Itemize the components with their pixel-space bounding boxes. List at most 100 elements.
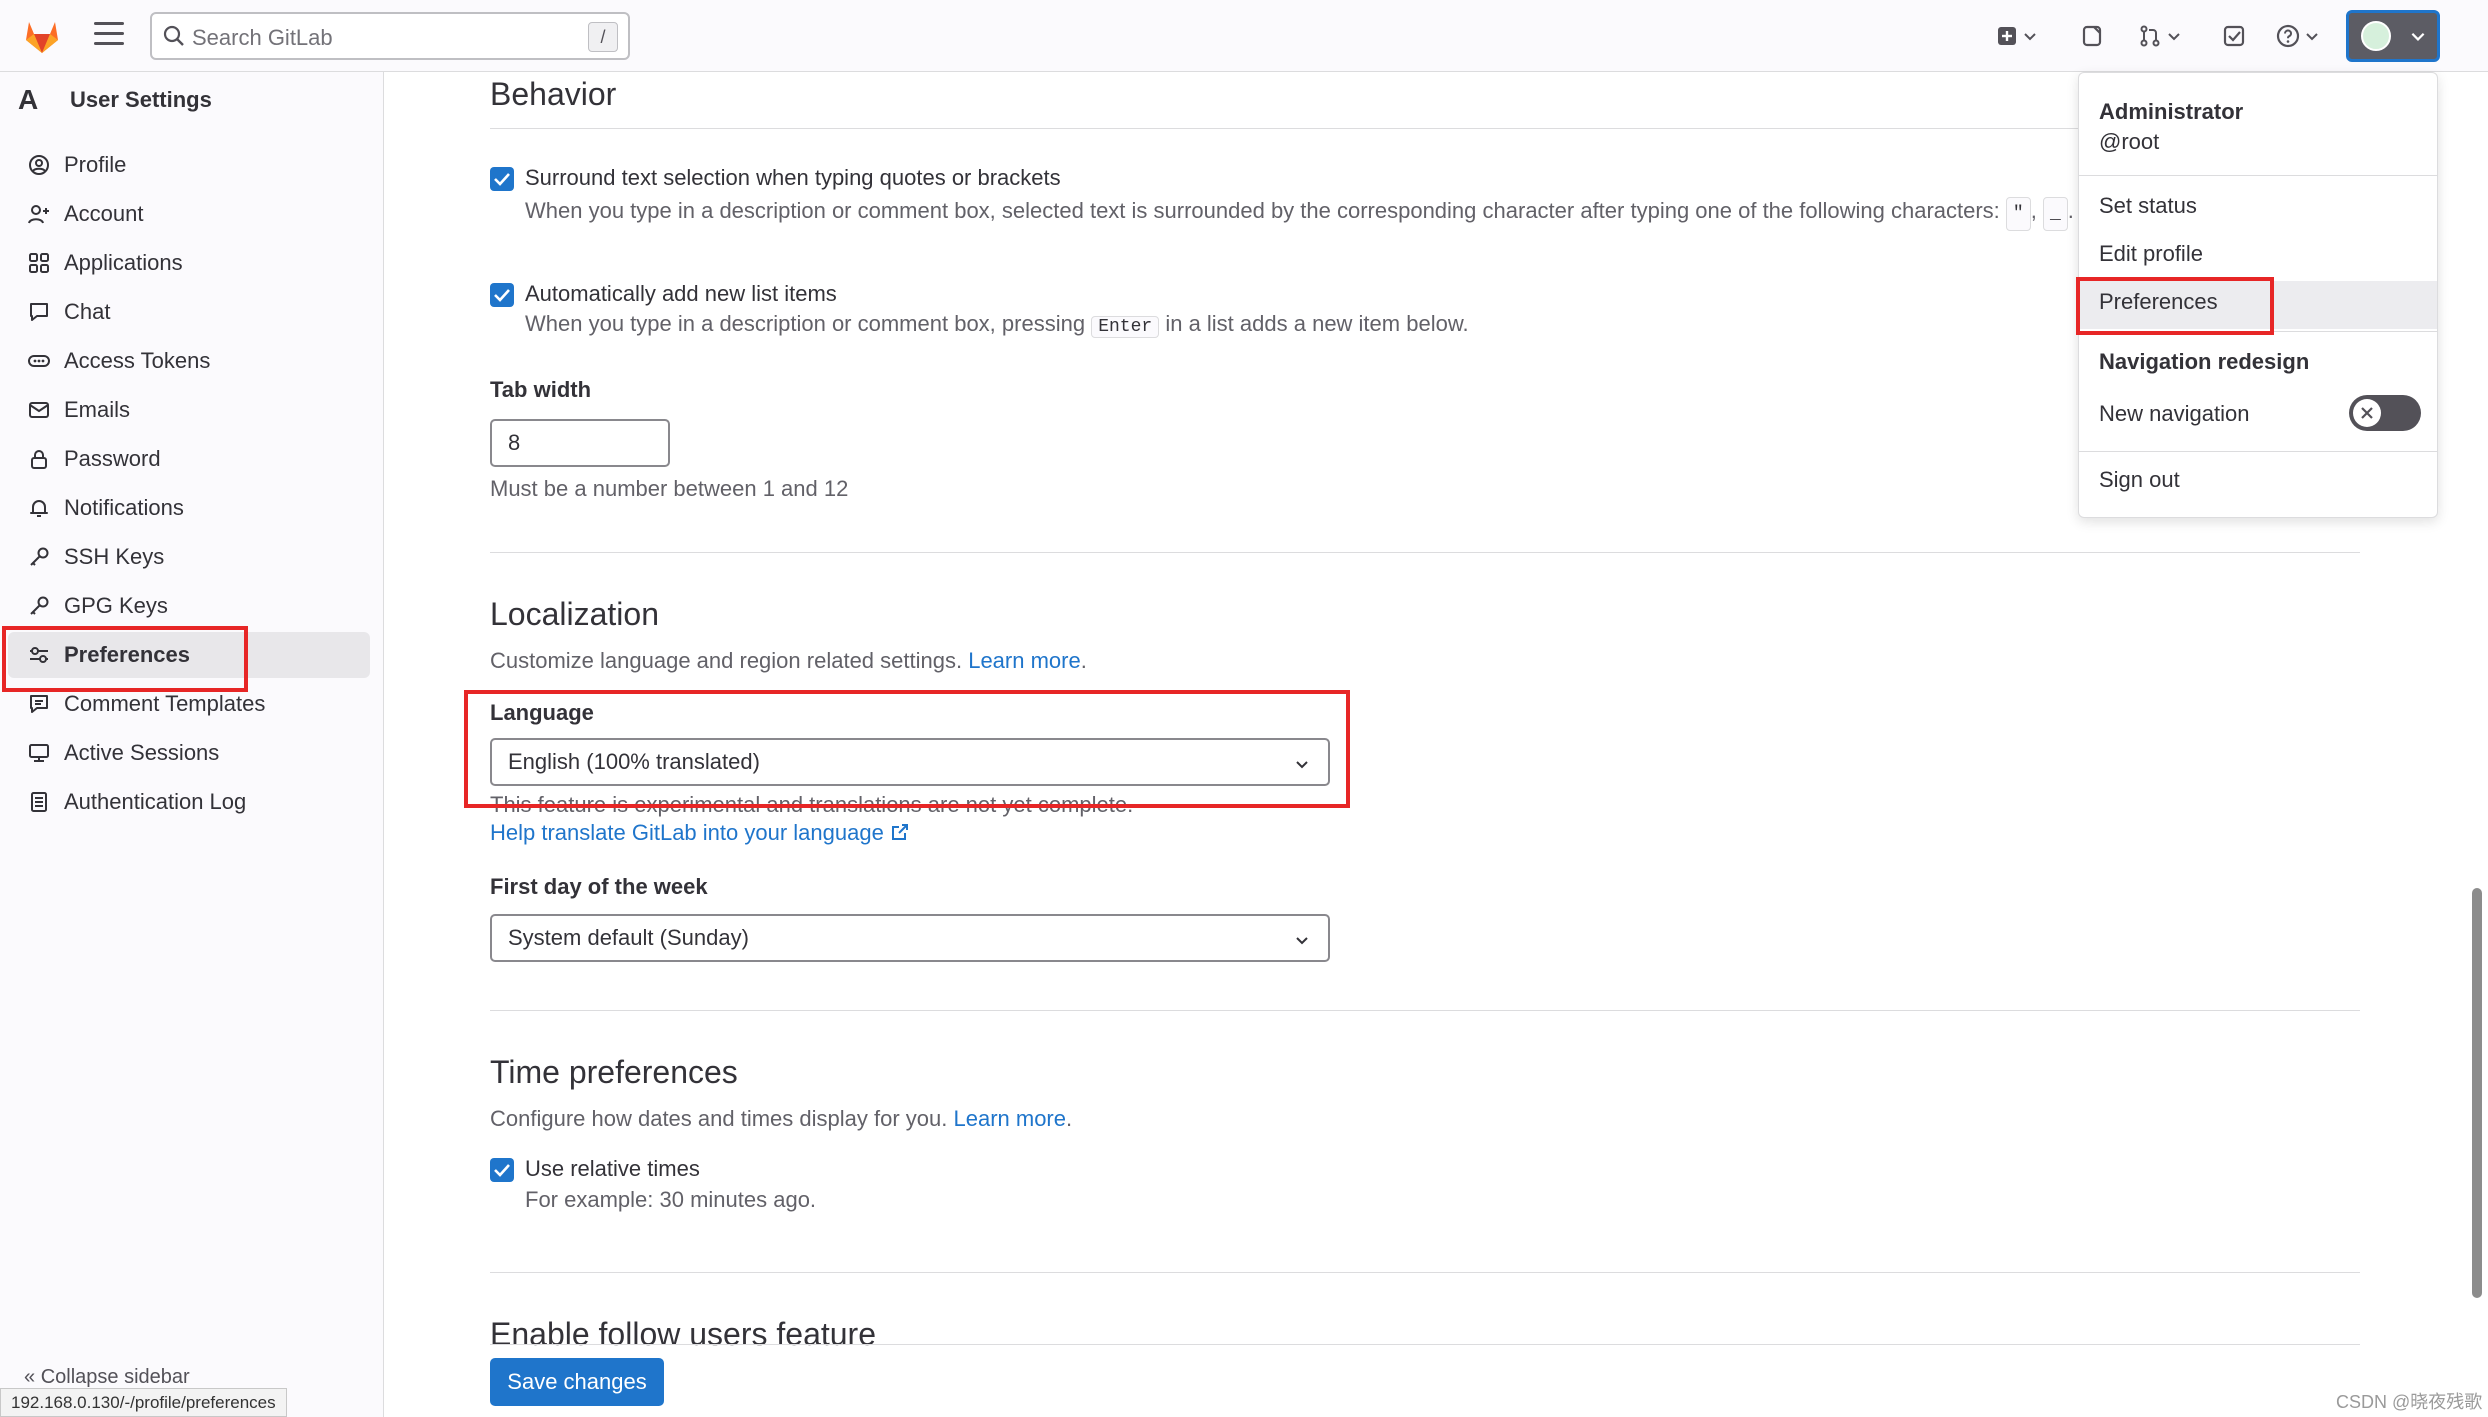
sidebar-item-password[interactable]: Password (8, 436, 370, 482)
browser-status-url: 192.168.0.130/-/profile/preferences (0, 1388, 287, 1417)
check-icon (494, 1164, 510, 1177)
sidebar-item-active-sessions[interactable]: Active Sessions (8, 730, 370, 776)
help-button[interactable] (2276, 20, 2320, 52)
auto-list-items-checkbox[interactable] (490, 283, 514, 307)
collapse-sidebar-label: Collapse sidebar (40, 1366, 190, 1388)
tab-width-input[interactable]: 8 (490, 419, 670, 467)
todo-icon (2223, 25, 2245, 47)
toggle-knob (2353, 399, 2381, 427)
merge-requests-button[interactable] (2138, 20, 2182, 52)
sidebar-item-label: Notifications (64, 495, 184, 520)
sidebar-item-applications[interactable]: Applications (8, 240, 370, 286)
monitor-icon (29, 744, 49, 762)
sidebar-item-account[interactable]: Account (8, 191, 370, 237)
sidebar-item-chat[interactable]: Chat (8, 289, 370, 335)
chevron-down-icon (2411, 32, 2425, 41)
preferences-icon (30, 647, 48, 663)
sidebar-item-label: GPG Keys (64, 593, 168, 618)
sidebar-item-label: Applications (64, 250, 183, 275)
surround-selection-help: When you type in a description or commen… (525, 195, 2085, 231)
sidebar-item-emails[interactable]: Emails (8, 387, 370, 433)
quote-char-code: " (2005, 197, 2031, 231)
time-learn-more-link[interactable]: Learn more (953, 1106, 1066, 1131)
divider (2079, 175, 2437, 176)
relative-times-checkbox[interactable] (490, 1158, 514, 1182)
sidebar-item-label: Emails (64, 397, 131, 422)
gitlab-logo[interactable] (22, 16, 62, 56)
sidebar-item-label: Profile (64, 152, 127, 177)
sidebar-item-label: Chat (64, 299, 111, 324)
user-menu-dropdown: Administrator @root Set status Edit prof… (2078, 72, 2438, 518)
preferences-item[interactable]: Preferences (2099, 289, 2218, 315)
divider (490, 552, 2360, 553)
auto-list-items-help: When you type in a description or commen… (525, 311, 1469, 338)
settings-sidebar: A User Settings Profile Account Applicat… (0, 72, 384, 1417)
user-username: @root (2099, 129, 2160, 154)
localization-heading: Localization (490, 596, 659, 632)
profile-icon (29, 155, 49, 175)
follow-users-heading: Enable follow users feature (490, 1316, 876, 1352)
new-navigation-toggle[interactable] (2349, 395, 2421, 431)
page-scrollbar[interactable] (2472, 888, 2482, 1298)
collapse-sidebar-button[interactable]: « Collapse sidebar (24, 1366, 190, 1389)
sidebar-item-profile[interactable]: Profile (8, 142, 370, 188)
divider (490, 1010, 2360, 1011)
account-icon (28, 205, 49, 224)
translate-gitlab-link[interactable]: Help translate GitLab into your language (490, 820, 910, 846)
first-day-select[interactable]: System default (Sunday) (490, 914, 1330, 962)
log-icon (31, 792, 47, 812)
issues-button[interactable] (2080, 20, 2104, 52)
edit-profile-item[interactable]: Edit profile (2099, 241, 2203, 267)
relative-times-label[interactable]: Use relative times (525, 1156, 700, 1182)
user-avatar (2361, 21, 2391, 51)
save-changes-button[interactable]: Save changes (490, 1358, 664, 1406)
sidebar-item-notifications[interactable]: Notifications (8, 485, 370, 531)
todos-button[interactable] (2222, 20, 2246, 52)
tab-width-label: Tab width (490, 377, 592, 402)
sidebar-item-authentication-log[interactable]: Authentication Log (8, 779, 370, 825)
chevron-down-icon (2306, 33, 2318, 41)
surround-selection-checkbox[interactable] (490, 167, 514, 191)
comment-icon (30, 695, 48, 713)
sidebar-item-gpg-keys[interactable]: GPG Keys (8, 583, 370, 629)
watermark: CSDN @晓夜残歌 (2336, 1392, 2483, 1412)
sidebar-header[interactable]: A User Settings (18, 84, 212, 116)
time-preferences-description: Configure how dates and times display fo… (490, 1106, 1073, 1131)
chevron-down-icon (1296, 761, 1308, 769)
user-menu-button[interactable] (2346, 10, 2440, 62)
language-select[interactable]: English (100% translated) (490, 738, 1330, 786)
time-preferences-heading: Time preferences (490, 1054, 738, 1090)
localization-learn-more-link[interactable]: Learn more (968, 648, 1081, 673)
divider (490, 1272, 2360, 1273)
search-placeholder: Search GitLab (192, 25, 333, 50)
double-chevron-left-icon: « (24, 1366, 36, 1388)
sidebar-item-label: Comment Templates (64, 691, 266, 716)
divider (490, 1344, 2360, 1345)
sidebar-item-ssh-keys[interactable]: SSH Keys (8, 534, 370, 580)
sidebar-item-label: Authentication Log (64, 789, 247, 814)
relative-times-help: For example: 30 minutes ago. (525, 1187, 817, 1212)
language-label: Language (490, 700, 594, 725)
search-shortcut-key: / (588, 22, 618, 52)
sidebar-item-comment-templates[interactable]: Comment Templates (8, 681, 370, 727)
sidebar-title: User Settings (70, 87, 212, 112)
sidebar-item-preferences[interactable]: Preferences (8, 632, 370, 678)
check-icon (494, 289, 510, 302)
top-bar: Search GitLab / (0, 0, 2488, 72)
create-new-button[interactable] (1996, 20, 2038, 52)
surround-selection-label[interactable]: Surround text selection when typing quot… (525, 165, 1061, 191)
mail-icon (29, 402, 49, 418)
underscore-char-code: _ (2042, 197, 2068, 231)
merge-request-icon (2140, 25, 2160, 47)
lock-icon (31, 450, 47, 469)
search-input[interactable]: Search GitLab / (150, 12, 630, 60)
sign-out-item[interactable]: Sign out (2099, 467, 2180, 493)
set-status-item[interactable]: Set status (2099, 193, 2197, 219)
sidebar-item-access-tokens[interactable]: Access Tokens (8, 338, 370, 384)
menu-icon[interactable] (94, 22, 124, 50)
issues-icon (2082, 25, 2102, 47)
auto-list-items-label[interactable]: Automatically add new list items (525, 281, 837, 307)
sidebar-item-label: Preferences (64, 642, 190, 667)
token-icon (28, 355, 50, 367)
sidebar-item-label: Account (64, 201, 144, 226)
